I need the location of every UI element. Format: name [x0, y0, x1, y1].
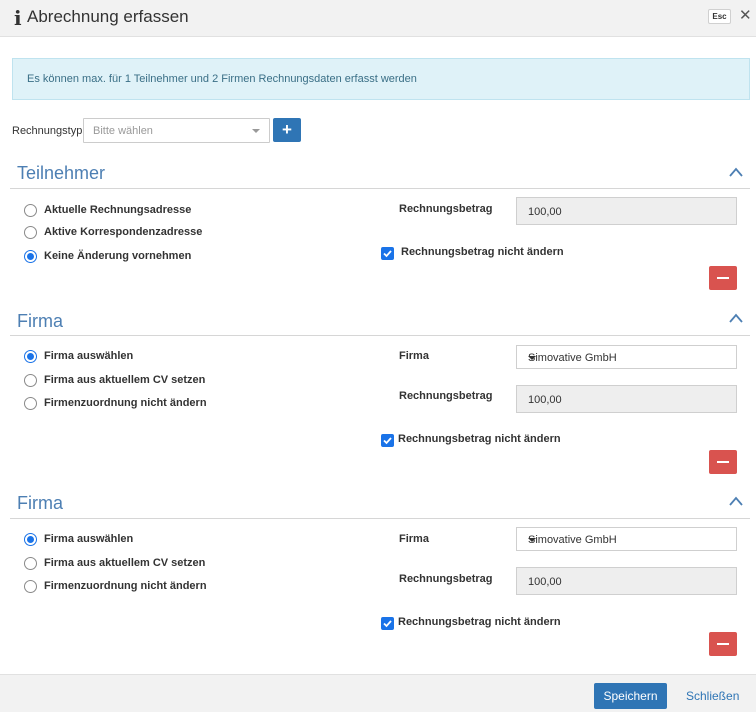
firma-select-value: Simovative GmbH — [528, 352, 617, 364]
close-icon[interactable]: ✕ — [739, 8, 752, 24]
dialog-title: Abrechnung erfassen — [27, 7, 189, 26]
rechnungsbetrag-field: 100,00 — [516, 385, 737, 413]
close-button[interactable]: Schließen — [686, 689, 739, 703]
radio-button[interactable] — [24, 397, 37, 410]
keep-amount-checkbox[interactable] — [381, 434, 394, 447]
rechnungsbetrag-value: 100,00 — [528, 206, 562, 218]
radio-button-selected[interactable] — [24, 250, 37, 263]
rechnungsbetrag-field: 100,00 — [516, 197, 737, 225]
rechnungsbetrag-label: Rechnungsbetrag — [399, 203, 493, 215]
rechnungsbetrag-value: 100,00 — [528, 394, 562, 406]
radio-label: Firma auswählen — [44, 350, 134, 362]
firma-label: Firma — [399, 350, 429, 362]
rechnungsbetrag-label: Rechnungsbetrag — [399, 573, 493, 585]
esc-key-badge[interactable]: Esc — [708, 9, 731, 24]
firma-select-value: Simovative GmbH — [528, 534, 617, 546]
firma-label: Firma — [399, 533, 429, 545]
radio-label: Firma auswählen — [44, 533, 134, 545]
remove-firma-button[interactable] — [709, 632, 737, 656]
rechnungstyp-label: Rechnungstyp — [12, 125, 83, 137]
radio-button[interactable] — [24, 580, 37, 593]
radio-label: Keine Änderung vornehmen — [44, 250, 192, 262]
keep-amount-label: Rechnungsbetrag nicht ändern — [401, 246, 564, 258]
radio-button[interactable] — [24, 204, 37, 217]
chevron-up-icon[interactable] — [728, 312, 744, 324]
chevron-up-icon[interactable] — [728, 166, 744, 178]
radio-label: Firmenzuordnung nicht ändern — [44, 397, 207, 409]
section-divider — [10, 335, 750, 336]
keep-amount-checkbox[interactable] — [381, 247, 394, 260]
keep-amount-label: Rechnungsbetrag nicht ändern — [398, 616, 561, 628]
firma-select[interactable]: Simovative GmbH — [516, 527, 737, 551]
radio-button[interactable] — [24, 226, 37, 239]
rechnungsbetrag-field: 100,00 — [516, 567, 737, 595]
keep-amount-label: Rechnungsbetrag nicht ändern — [398, 433, 561, 445]
radio-label: Firma aus aktuellem CV setzen — [44, 374, 206, 386]
chevron-down-icon — [252, 129, 260, 133]
section-title-firma: Firma — [17, 493, 63, 513]
chevron-up-icon[interactable] — [728, 495, 744, 507]
radio-label: Aktive Korrespondenzadresse — [44, 226, 203, 238]
save-button[interactable]: Speichern — [594, 683, 667, 709]
checkmark-icon — [383, 437, 392, 445]
section-title-teilnehmer: Teilnehmer — [17, 163, 106, 183]
info-icon: i — [14, 6, 22, 30]
radio-label: Firma aus aktuellem CV setzen — [44, 557, 206, 569]
radio-button[interactable] — [24, 374, 37, 387]
info-banner: Es können max. für 1 Teilnehmer und 2 Fi… — [12, 58, 750, 100]
checkmark-icon — [383, 250, 392, 258]
radio-button-selected[interactable] — [24, 350, 37, 363]
radio-button-selected[interactable] — [24, 533, 37, 546]
section-title-firma: Firma — [17, 311, 63, 331]
rechnungsbetrag-value: 100,00 — [528, 576, 562, 588]
checkmark-icon — [383, 620, 392, 628]
firma-select[interactable]: Simovative GmbH — [516, 345, 737, 369]
rechnungstyp-select[interactable]: Bitte wählen — [83, 118, 270, 143]
remove-teilnehmer-button[interactable] — [709, 266, 737, 290]
dialog-header: i Abrechnung erfassen Esc ✕ — [0, 0, 756, 37]
chevron-down-icon — [528, 356, 536, 360]
info-banner-text: Es können max. für 1 Teilnehmer und 2 Fi… — [27, 73, 417, 85]
remove-firma-button[interactable] — [709, 450, 737, 474]
chevron-down-icon — [528, 538, 536, 542]
radio-label: Firmenzuordnung nicht ändern — [44, 580, 207, 592]
radio-button[interactable] — [24, 557, 37, 570]
radio-label: Aktuelle Rechnungsadresse — [44, 204, 192, 216]
section-divider — [10, 188, 750, 189]
rechnungsbetrag-label: Rechnungsbetrag — [399, 390, 493, 402]
rechnungstyp-placeholder: Bitte wählen — [93, 125, 153, 137]
keep-amount-checkbox[interactable] — [381, 617, 394, 630]
add-rechnungstyp-button[interactable]: + — [273, 118, 301, 142]
section-divider — [10, 518, 750, 519]
